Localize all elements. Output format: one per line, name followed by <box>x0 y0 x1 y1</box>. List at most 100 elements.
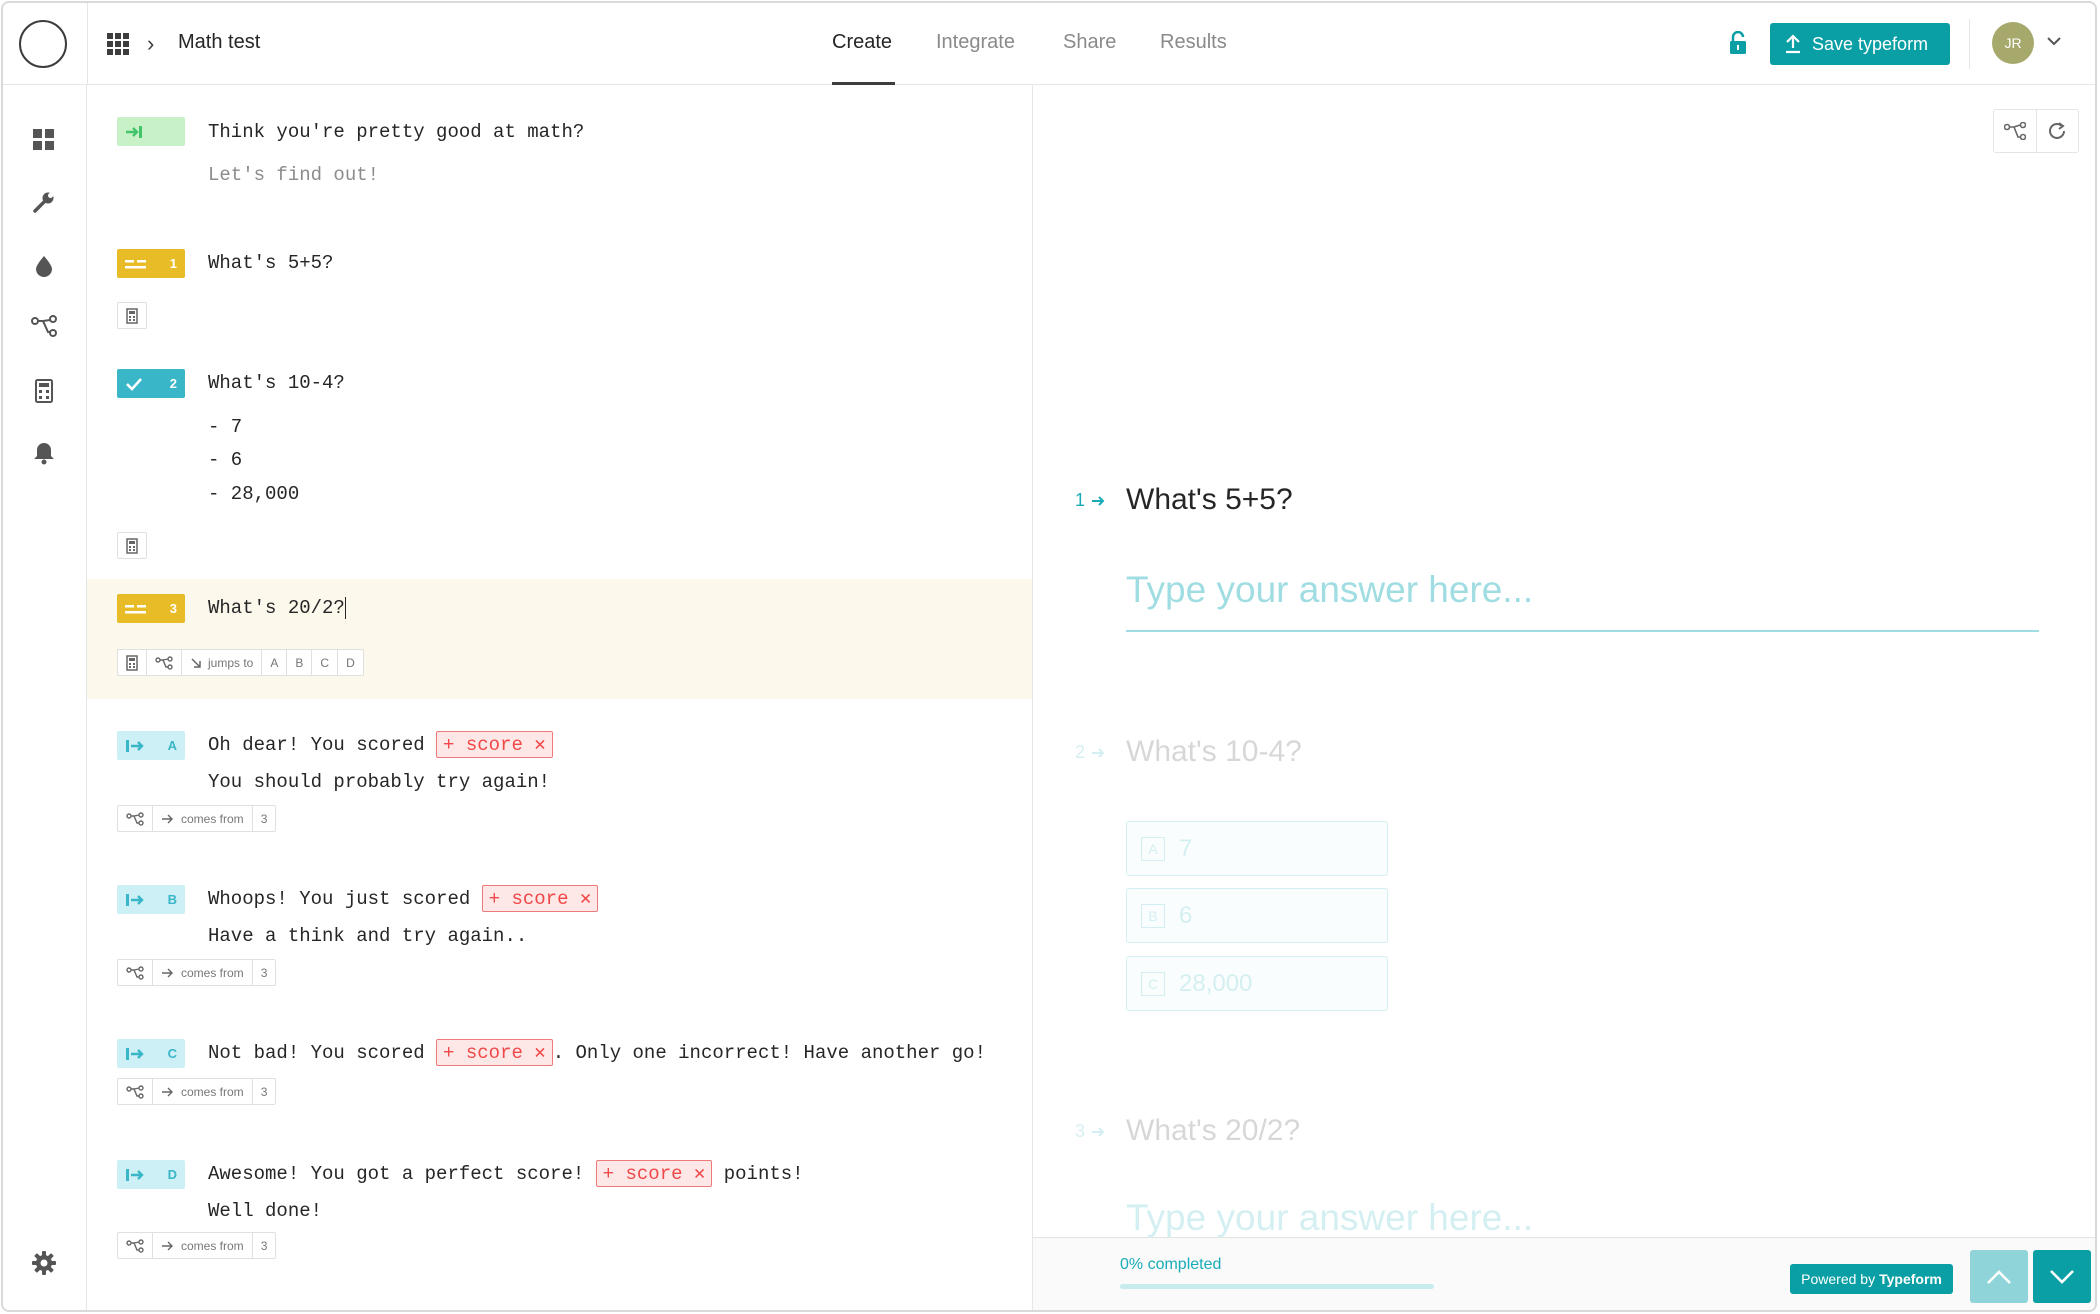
powered-by-typeform-badge[interactable]: Powered by Typeform <box>1790 1264 1953 1294</box>
ending-text: Oh dear! You scored <box>208 734 425 756</box>
comes-from-number[interactable]: 3 <box>253 960 276 985</box>
short-text-icon <box>125 604 146 613</box>
ending-description[interactable]: Have a think and try again.. <box>208 925 527 947</box>
ending-badge: A <box>117 731 185 760</box>
choice-key: B <box>1141 903 1165 928</box>
ending-title[interactable]: Not bad! You scored + score ✕. Only one … <box>208 1039 986 1066</box>
enter-arrow-icon <box>126 125 142 138</box>
question-number: 3 <box>169 601 177 616</box>
next-question-button[interactable] <box>2033 1250 2091 1303</box>
welcome-title[interactable]: Think you're pretty good at math? <box>208 121 584 143</box>
ending-title[interactable]: Oh dear! You scored + score ✕ <box>208 731 553 758</box>
ending-badge: D <box>117 1160 185 1189</box>
ending-key: D <box>167 1167 177 1182</box>
jump-target-c[interactable]: C <box>312 650 339 675</box>
question-title-editing[interactable]: What's 20/2? <box>208 597 347 620</box>
score-label: score <box>511 888 569 910</box>
text-caret <box>344 597 347 619</box>
refresh-icon[interactable] <box>2037 110 2079 152</box>
ending-toolbar: comes from 3 <box>117 1078 277 1105</box>
arrow-right-icon <box>1092 495 1105 506</box>
logic-icon[interactable] <box>118 1233 153 1258</box>
tab-share[interactable]: Share <box>1063 31 1116 54</box>
logic-icon[interactable] <box>118 1079 153 1104</box>
logic-icon[interactable] <box>1994 110 2037 152</box>
question-title[interactable]: What's 10-4? <box>208 372 345 394</box>
score-variable-pill[interactable]: + score ✕ <box>595 1160 713 1187</box>
save-button-label: Save typeform <box>1812 33 1929 54</box>
answer-input[interactable]: Type your answer here... <box>1126 569 1533 611</box>
question-title: What's 20/2? <box>208 597 345 620</box>
ending-text: Whoops! You just scored <box>208 888 471 910</box>
avatar[interactable]: JR <box>1992 22 2034 64</box>
preview-question-title: What's 10-4? <box>1126 735 1302 768</box>
bell-icon[interactable] <box>31 440 57 466</box>
choice-option-b[interactable]: B 6 <box>1126 888 1388 943</box>
comes-from-number[interactable]: 3 <box>253 1233 276 1258</box>
logic-icon[interactable] <box>147 650 182 675</box>
ending-description[interactable]: Well done! <box>208 1200 322 1222</box>
jump-target-d[interactable]: D <box>338 650 363 675</box>
top-bar: › Math test Create Integrate Share Resul… <box>3 3 2095 85</box>
score-variable-pill[interactable]: + score ✕ <box>436 1039 553 1066</box>
comes-from-label: comes from <box>181 1238 244 1253</box>
upload-icon <box>1786 34 1800 54</box>
calculator-icon[interactable] <box>118 650 147 675</box>
tab-create[interactable]: Create <box>832 31 892 54</box>
wrench-icon[interactable] <box>31 189 57 215</box>
question-block-1[interactable]: 1 What's 5+5? <box>87 205 1032 329</box>
ending-title[interactable]: Awesome! You got a perfect score! + scor… <box>208 1160 804 1187</box>
lock-icon[interactable] <box>1728 31 1748 55</box>
jump-target-a[interactable]: A <box>262 650 288 675</box>
arrow-right-icon <box>1092 747 1105 758</box>
logic-icon[interactable] <box>118 960 153 985</box>
comes-from-label-cell: comes from <box>153 1079 253 1104</box>
question-block-3[interactable]: 3 What's 20/2? jumps to A B C D <box>87 579 1032 699</box>
score-variable-pill[interactable]: + score ✕ <box>481 885 599 912</box>
logic-icon[interactable] <box>31 313 57 339</box>
chevron-down-icon[interactable] <box>2046 30 2062 51</box>
comes-from-number[interactable]: 3 <box>253 806 276 831</box>
logic-icon[interactable] <box>118 806 153 831</box>
welcome-screen-block[interactable]: Think you're pretty good at math? Let's … <box>87 85 1032 205</box>
arrow-right-icon <box>162 968 173 977</box>
calculator-icon[interactable] <box>31 378 57 404</box>
jump-target-b[interactable]: B <box>287 650 313 675</box>
ending-badge: C <box>117 1039 185 1068</box>
gear-icon[interactable] <box>31 1250 57 1276</box>
preview-question-title: What's 5+5? <box>1126 483 1293 516</box>
preview-footer: 0% completed Powered by Typeform <box>1033 1237 2095 1310</box>
previous-question-button[interactable] <box>1970 1250 2028 1303</box>
welcome-subtitle[interactable]: Let's find out! <box>208 164 379 186</box>
comes-from-number[interactable]: 3 <box>253 1079 276 1104</box>
question-title[interactable]: What's 5+5? <box>208 252 333 274</box>
ending-title[interactable]: Whoops! You just scored + score ✕ <box>208 885 599 912</box>
tab-results[interactable]: Results <box>1160 31 1227 54</box>
choice-option-c[interactable]: C 28,000 <box>1126 956 1388 1011</box>
arrow-right-icon <box>162 1087 173 1096</box>
progress-label: 0% completed <box>1120 1256 1222 1273</box>
answer-input[interactable]: Type your answer here... <box>1126 1197 1533 1239</box>
ending-description[interactable]: You should probably try again! <box>208 771 550 793</box>
question-block-2[interactable]: 2 What's 10-4? - 7 - 6 - 28,000 <box>87 323 1032 640</box>
question-toolbar: jumps to A B C D <box>117 649 364 676</box>
choice-item[interactable]: - 6 <box>208 449 242 471</box>
score-variable-pill[interactable]: + score ✕ <box>436 731 553 758</box>
choice-option-a[interactable]: A 7 <box>1126 821 1388 876</box>
tab-integrate[interactable]: Integrate <box>936 31 1015 54</box>
calculator-icon[interactable] <box>118 533 146 558</box>
jumps-to-label: jumps to <box>208 655 254 670</box>
divider <box>1969 19 1970 69</box>
ending-key: B <box>167 892 177 907</box>
ending-text-after: points! <box>723 1163 804 1185</box>
choice-item[interactable]: - 28,000 <box>208 483 299 505</box>
save-typeform-button[interactable]: Save typeform <box>1770 23 1950 65</box>
arrow-down-right-icon <box>191 657 201 668</box>
question-toolbar <box>117 532 147 559</box>
choice-item[interactable]: - 7 <box>208 416 242 438</box>
dashboard-icon[interactable] <box>31 127 57 153</box>
drop-icon[interactable] <box>31 253 57 279</box>
comes-from-label-cell: comes from <box>153 1233 253 1258</box>
preview-question-number: 1 <box>1075 490 1105 511</box>
arrow-right-icon <box>162 814 173 823</box>
